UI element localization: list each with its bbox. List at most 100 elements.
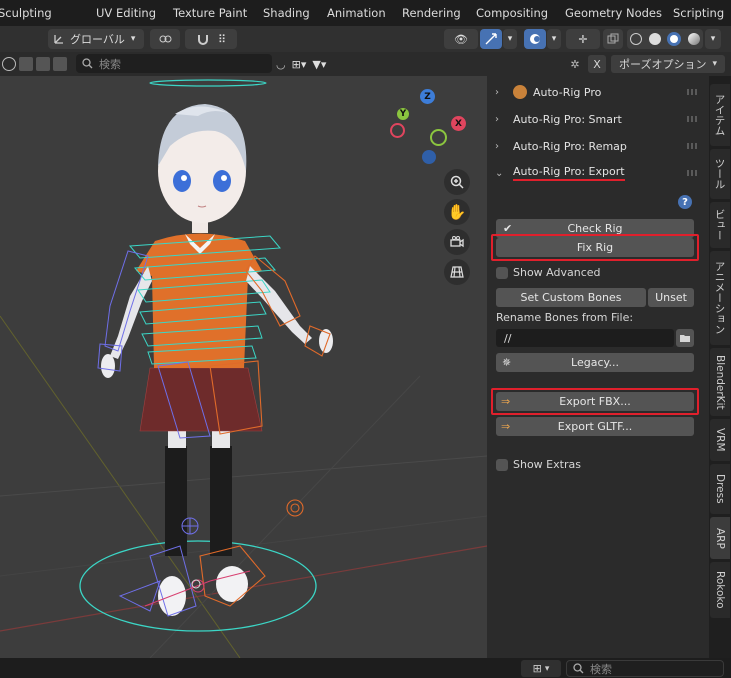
overlay-icon [530, 34, 540, 44]
gizmo-y-axis[interactable]: Y [397, 108, 409, 120]
file-browse-button[interactable] [676, 329, 694, 347]
panel-drag-handle[interactable] [687, 89, 699, 95]
workspace-tab-shading[interactable]: Shading [263, 6, 310, 20]
workspace-tab-sculpting[interactable]: Sculpting [0, 6, 52, 20]
outliner-search-input[interactable]: 検索 [76, 54, 272, 73]
panel-auto-rig-pro-remap[interactable]: › Auto-Rig Pro: Remap [495, 136, 627, 156]
overlay-toggle[interactable] [524, 29, 546, 49]
panel-drag-handle[interactable] [687, 116, 699, 122]
pose-options-dropdown[interactable]: ポーズオプション ▾ [611, 55, 725, 73]
panel-drag-handle[interactable] [687, 170, 699, 176]
camera-view-button[interactable] [444, 229, 470, 255]
tab-rokoko[interactable]: Rokoko [710, 562, 730, 618]
path-value: // [504, 331, 512, 345]
overlay-dropdown[interactable]: ▾ [547, 29, 561, 49]
rename-bones-label: Rename Bones from File: [496, 311, 634, 324]
bottom-search-input[interactable]: 検索 [566, 660, 724, 677]
tab-animation[interactable]: アニメーション [710, 251, 730, 345]
checkbox-icon [496, 266, 508, 279]
export-icon: ⇒ [501, 420, 511, 433]
help-icon[interactable]: ? [678, 195, 692, 209]
workspace-tab-animation[interactable]: Animation [327, 6, 386, 20]
3d-viewport[interactable]: Z Y X ✋ [0, 76, 487, 658]
zoom-button[interactable] [444, 169, 470, 195]
viewport-scene [0, 79, 487, 658]
chevron-down-icon: ▾ [712, 59, 717, 69]
zoom-icon [450, 175, 464, 189]
editor-type-dropdown[interactable]: ⊞ ▾ [521, 660, 561, 677]
magnet-icon [197, 35, 208, 45]
xray-toggle[interactable] [603, 29, 623, 49]
workspace-tab-geometry-nodes[interactable]: Geometry Nodes [565, 6, 662, 20]
tab-blenderkit[interactable]: BlenderKit [710, 348, 730, 416]
snap-dropdown[interactable]: ⠿ [185, 29, 237, 49]
pose-options-label: ポーズオプション [619, 58, 707, 71]
pivot-point-dropdown[interactable] [150, 29, 180, 49]
orientation-label: グローバル [70, 33, 125, 46]
panel-auto-rig-pro[interactable]: › Auto-Rig Pro [495, 82, 601, 102]
chevron-down-icon: ▾ [551, 34, 557, 44]
chevron-right-icon: › [495, 113, 499, 125]
legacy-button[interactable]: ✵ Legacy... [496, 353, 694, 372]
sidebar-panel: › Auto-Rig Pro › Auto-Rig Pro: Smart › A… [487, 76, 709, 658]
image-icon[interactable] [53, 57, 67, 71]
export-gltf-button[interactable]: ⇒ Export GLTF... [496, 417, 694, 436]
bone-overlay-dropdown[interactable]: ✛ [566, 29, 600, 49]
workspace-tab-scripting[interactable]: Scripting [673, 6, 724, 20]
tab-arp[interactable]: ARP [710, 517, 730, 559]
gizmo-neg-y[interactable] [430, 129, 447, 146]
wireframe-shading-icon[interactable] [630, 33, 643, 45]
unset-button[interactable]: Unset [648, 288, 694, 307]
pin-icon[interactable]: ✲ [566, 55, 584, 73]
workspace-tab-compositing[interactable]: Compositing [476, 6, 548, 20]
gizmo-neg-z[interactable] [422, 150, 436, 164]
transform-orientation-dropdown[interactable]: グローバル ▾ [48, 29, 144, 49]
gizmo-toggle[interactable] [480, 29, 502, 49]
set-custom-bones-label: Set Custom Bones [520, 291, 622, 304]
scene-icon[interactable] [19, 57, 33, 71]
workspace-tab-texture-paint[interactable]: Texture Paint [173, 6, 247, 20]
rendered-shading-icon[interactable] [687, 33, 700, 45]
shading-dropdown[interactable]: ▾ [705, 29, 721, 49]
tab-dress[interactable]: Dress [710, 464, 730, 514]
tab-label: VRM [714, 428, 726, 452]
checkbox-icon [496, 458, 508, 471]
gizmo-z-label: Z [424, 91, 431, 102]
perspective-toggle-button[interactable] [444, 259, 470, 285]
grid-icon: ⊞ [532, 662, 542, 675]
panel-auto-rig-pro-smart[interactable]: › Auto-Rig Pro: Smart [495, 109, 622, 129]
auto-rig-pro-icon [513, 85, 527, 99]
sync-icon[interactable]: ◡ [276, 58, 286, 71]
material-shading-icon[interactable] [667, 32, 682, 46]
chevron-right-icon: › [495, 140, 499, 152]
globe-icon[interactable] [2, 57, 16, 71]
tab-tool[interactable]: ツール [710, 149, 730, 199]
set-custom-bones-button[interactable]: Set Custom Bones [496, 288, 646, 307]
gizmo-x-axis[interactable]: X [451, 116, 466, 131]
tab-vrm[interactable]: VRM [710, 419, 730, 461]
workspace-tab-rendering[interactable]: Rendering [402, 6, 461, 20]
gizmo-neg-x[interactable] [390, 123, 405, 138]
panel-drag-handle[interactable] [687, 143, 699, 149]
tab-item[interactable]: アイテム [710, 84, 730, 146]
x-mirror-toggle[interactable]: X [588, 55, 606, 73]
gizmo-z-axis[interactable]: Z [420, 89, 435, 104]
tab-label: Dress [714, 474, 726, 504]
search-icon [573, 663, 584, 674]
hierarchy-icon[interactable]: ⊞▾ [292, 58, 307, 71]
library-icon[interactable] [36, 57, 50, 71]
eye-icon: 👁 [454, 32, 468, 46]
pan-button[interactable]: ✋ [444, 199, 470, 225]
show-extras-checkbox[interactable]: Show Extras [496, 458, 581, 471]
panel-auto-rig-pro-export[interactable]: ⌄ Auto-Rig Pro: Export [495, 163, 625, 183]
visibility-dropdown[interactable]: 👁 [444, 29, 478, 49]
rename-bones-path-input[interactable]: // [496, 329, 674, 347]
panel-label: Auto-Rig Pro: Export [513, 165, 625, 181]
solid-shading-icon[interactable] [648, 33, 661, 45]
show-extras-label: Show Extras [513, 458, 581, 471]
gizmo-dropdown[interactable]: ▾ [503, 29, 517, 49]
tab-view[interactable]: ビュー [710, 202, 730, 248]
filter-icon[interactable]: ▼▾ [312, 58, 326, 71]
show-advanced-checkbox[interactable]: Show Advanced [496, 266, 601, 279]
workspace-tab-uv-editing[interactable]: UV Editing [96, 6, 156, 20]
